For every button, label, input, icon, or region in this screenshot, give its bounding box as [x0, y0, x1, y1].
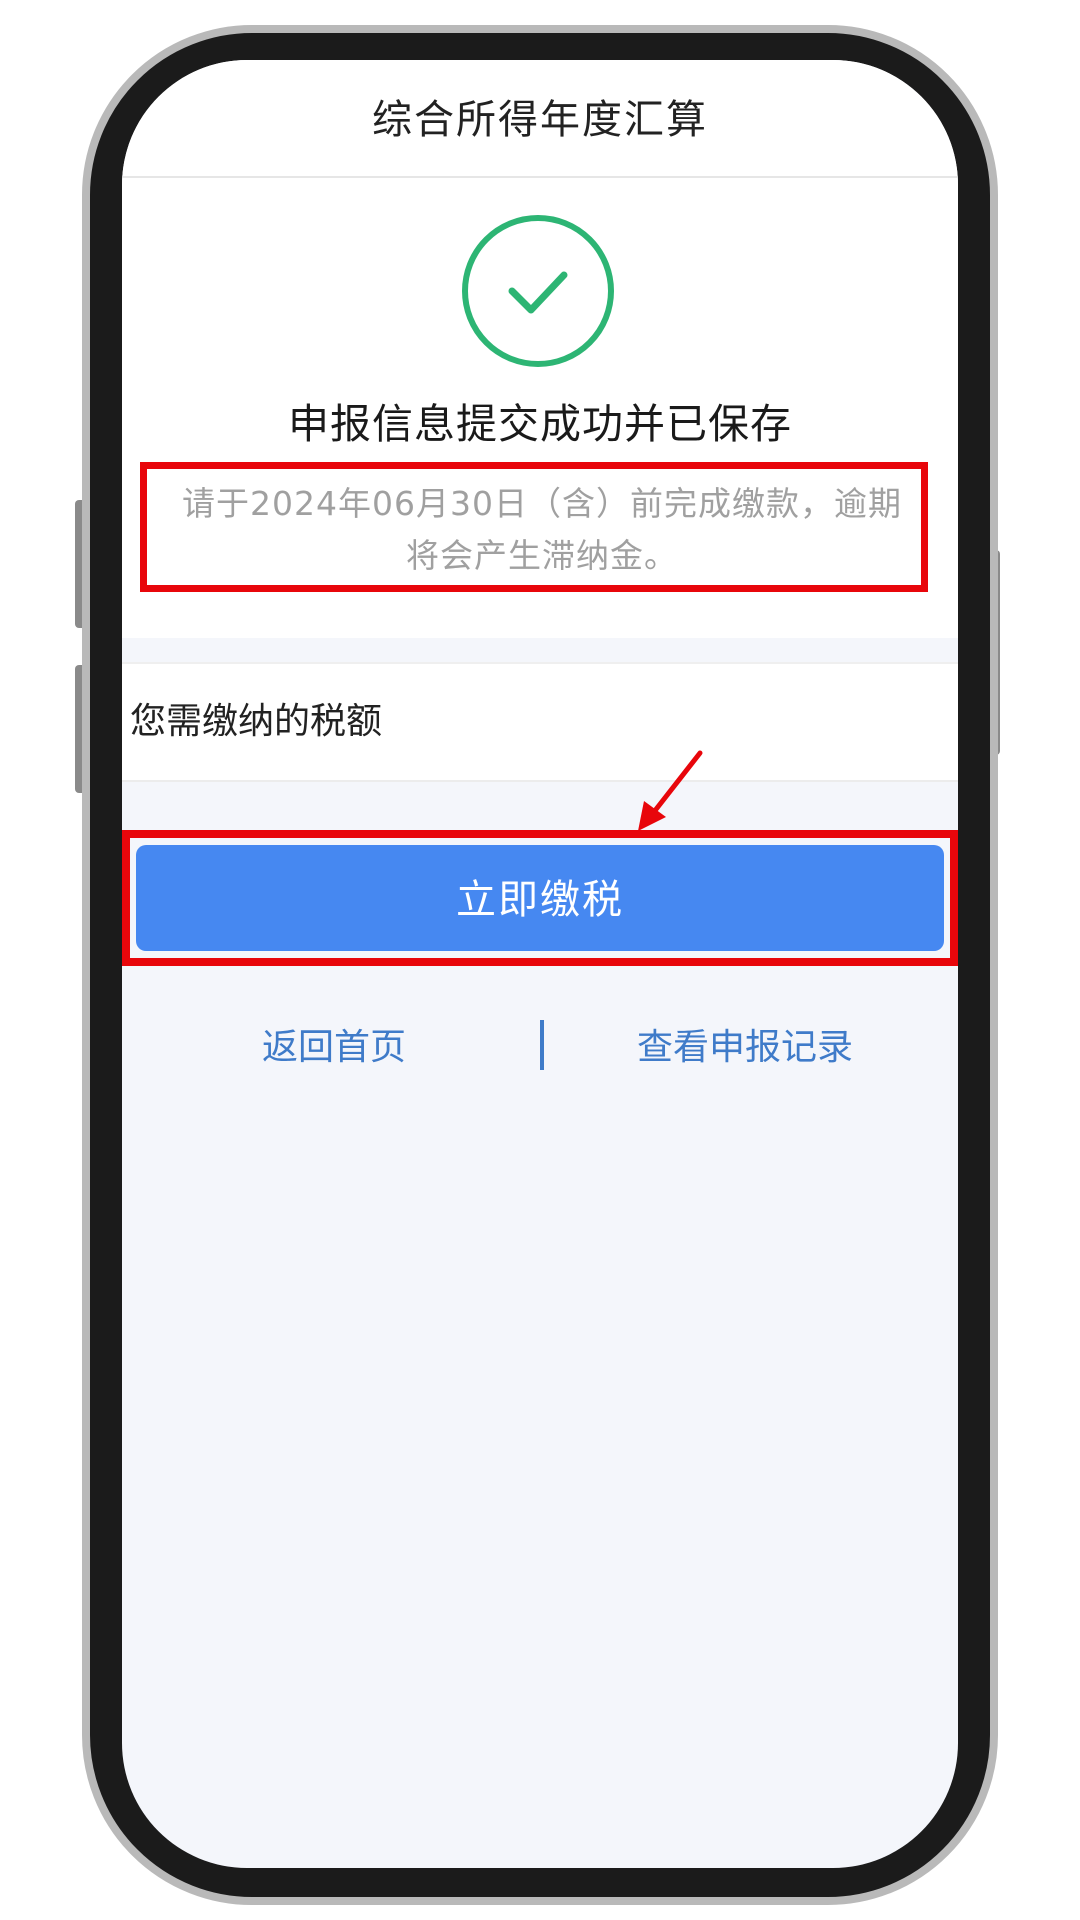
tax-amount-row: 您需缴纳的税额	[122, 662, 958, 782]
nav-bar: 综合所得年度汇算	[122, 60, 958, 178]
result-title: 申报信息提交成功并已保存	[288, 400, 792, 448]
page-title: 综合所得年度汇算	[372, 97, 708, 143]
pay-tax-button[interactable]: 立即缴税	[136, 845, 944, 951]
notice-highlight-box	[140, 462, 928, 592]
link-divider	[540, 1020, 544, 1070]
phone-screen: 综合所得年度汇算 申报信息提交成功并已保存 请于2024年06月30日（含）前完…	[122, 60, 958, 1868]
app-screenshot: 综合所得年度汇算 申报信息提交成功并已保存 请于2024年06月30日（含）前完…	[0, 0, 1080, 1920]
view-records-link[interactable]: 查看申报记录	[637, 1020, 853, 1076]
tax-amount-label: 您需缴纳的税额	[130, 701, 383, 742]
check-circle-icon	[460, 213, 616, 369]
red-arrow-icon	[632, 745, 712, 835]
back-home-link[interactable]: 返回首页	[262, 1020, 406, 1076]
